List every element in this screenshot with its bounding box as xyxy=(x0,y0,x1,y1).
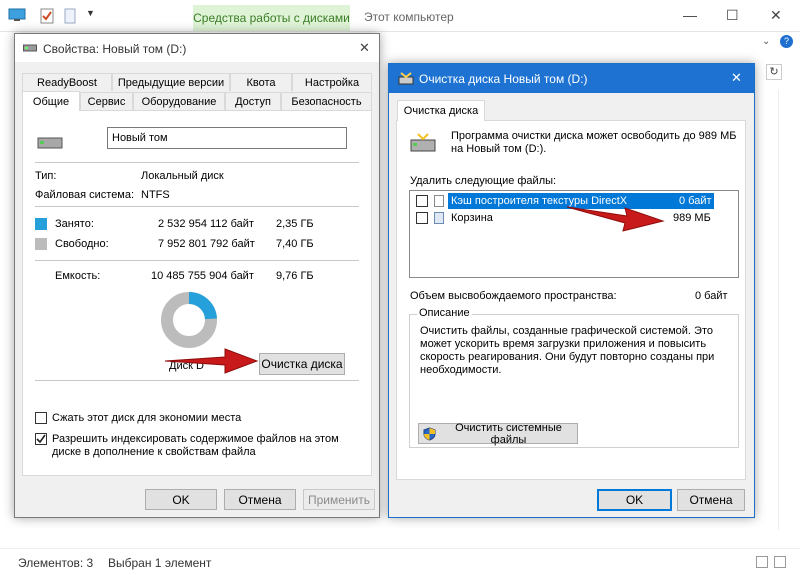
volume-name-input[interactable] xyxy=(107,127,347,149)
explorer-title: Этот компьютер xyxy=(364,10,454,24)
tab-tools[interactable]: Сервис xyxy=(80,92,133,110)
description-label: Описание xyxy=(417,307,472,319)
explorer-close-icon[interactable]: ✕ xyxy=(770,7,782,24)
index-checkbox[interactable] xyxy=(35,433,47,445)
files-to-delete-label: Удалить следующие файлы: xyxy=(410,175,557,187)
donut-used-arc xyxy=(188,292,217,320)
description-line: скорость реагирования. Они будут повторн… xyxy=(420,351,715,363)
disk-cleanup-dialog: Очистка диска Новый том (D:) ✕ Очистка д… xyxy=(388,63,755,518)
compress-checkbox[interactable] xyxy=(35,412,47,424)
view-tiles-icon[interactable] xyxy=(774,556,786,568)
capacity-bytes: 10 485 755 904 байт xyxy=(151,270,254,282)
description-line: Очистить файлы, созданные графической си… xyxy=(420,325,713,337)
explorer-minimize-icon[interactable]: — xyxy=(683,7,697,23)
refresh-icon[interactable]: ↻ xyxy=(766,64,782,80)
used-gb: 2,35 ГБ xyxy=(276,218,314,230)
tab-quota[interactable]: Квота xyxy=(230,73,292,91)
tab-security[interactable]: Безопасность xyxy=(281,92,372,110)
index-label-line1: Разрешить индексировать содержимое файло… xyxy=(52,433,339,445)
filesystem-value: NTFS xyxy=(141,189,170,201)
tab-previous-versions[interactable]: Предыдущие версии xyxy=(112,73,230,91)
index-label-line2: диске в дополнение к свойствам файла xyxy=(52,446,256,458)
ribbon-tab-disk-tools[interactable]: Средства работы с дисками xyxy=(193,5,350,31)
quick-access-dropdown-icon[interactable]: ▼ xyxy=(86,8,95,18)
separator xyxy=(35,206,359,207)
disk-cleanup-button[interactable]: Очистка диска xyxy=(259,353,345,375)
tab-general[interactable]: Общие xyxy=(22,91,80,111)
red-arrow-annotation xyxy=(566,206,665,232)
description-line: необходимости. xyxy=(420,364,502,376)
space-label: Объем высвобождаемого пространства: xyxy=(410,290,617,302)
file-checkbox[interactable] xyxy=(416,195,428,207)
cleanup-intro-line2: на Новый том (D:). xyxy=(451,143,547,155)
red-arrow-annotation xyxy=(164,348,259,374)
tab-disk-cleanup[interactable]: Очистка диска xyxy=(397,100,485,121)
capacity-label: Емкость: xyxy=(55,270,101,282)
compress-label: Сжать этот диск для экономии места xyxy=(52,412,242,424)
used-bytes: 2 532 954 112 байт xyxy=(158,218,254,230)
status-items-count: Элементов: 3 xyxy=(18,556,94,570)
drive-title-icon xyxy=(23,43,37,56)
properties-apply-button: Применить xyxy=(303,489,375,510)
cleanup-intro-line1: Программа очистки диска может освободить… xyxy=(451,130,737,142)
drive-large-icon xyxy=(37,134,63,155)
cleanup-title-icon xyxy=(398,72,414,89)
separator xyxy=(35,380,359,381)
cleanup-drive-icon xyxy=(410,132,436,157)
type-label: Тип: xyxy=(35,170,57,182)
view-details-icon[interactable] xyxy=(756,556,768,568)
tab-hardware[interactable]: Оборудование xyxy=(133,92,225,110)
cleanup-cancel-button[interactable]: Отмена xyxy=(677,489,745,511)
computer-icon xyxy=(8,8,26,22)
cleanup-ok-button[interactable]: OK xyxy=(597,489,672,511)
file-name: Корзина xyxy=(451,212,493,224)
ribbon-expand-icon[interactable]: ⌄ xyxy=(762,36,770,47)
description-line: может ускорить время загрузки приложения… xyxy=(420,338,707,350)
free-bytes: 7 952 801 792 байт xyxy=(158,238,255,250)
clean-system-files-button[interactable]: Очистить системные файлы xyxy=(418,421,578,446)
tab-customize[interactable]: Настройка xyxy=(292,73,372,91)
used-color-swatch xyxy=(35,218,47,230)
free-label: Свободно: xyxy=(55,238,109,250)
file-size: 989 МБ xyxy=(673,212,711,224)
properties-cancel-button[interactable]: Отмена xyxy=(224,489,296,510)
type-value: Локальный диск xyxy=(141,170,224,182)
status-selected: Выбран 1 элемент xyxy=(108,556,212,570)
tab-sharing[interactable]: Доступ xyxy=(225,92,281,110)
uac-shield-icon xyxy=(423,426,436,441)
file-size: 0 байт xyxy=(679,195,712,207)
properties-title: Свойства: Новый том (D:) xyxy=(43,42,187,56)
used-label: Занято: xyxy=(55,218,94,230)
properties-quick-icon[interactable] xyxy=(40,8,54,24)
properties-ok-button[interactable]: OK xyxy=(145,489,217,510)
separator xyxy=(35,162,359,163)
free-gb: 7,40 ГБ xyxy=(276,238,314,250)
new-folder-quick-icon[interactable] xyxy=(64,8,76,24)
cleanup-close-icon[interactable]: ✕ xyxy=(731,70,742,86)
free-color-swatch xyxy=(35,238,47,250)
tab-readyboost[interactable]: ReadyBoost xyxy=(22,73,112,91)
explorer-scrollbar[interactable] xyxy=(778,90,792,530)
help-icon[interactable]: ? xyxy=(780,35,793,48)
disk-usage-donut xyxy=(161,292,217,348)
cleanup-title: Очистка диска Новый том (D:) xyxy=(419,72,588,86)
file-checkbox[interactable] xyxy=(416,212,428,224)
properties-dialog: Свойства: Новый том (D:) ✕ ReadyBoost Пр… xyxy=(14,33,380,518)
clean-system-files-label: Очистить системные файлы xyxy=(455,421,562,446)
explorer-maximize-icon[interactable]: ☐ xyxy=(726,7,739,24)
properties-close-icon[interactable]: ✕ xyxy=(359,40,370,56)
file-icon xyxy=(434,195,444,207)
separator xyxy=(35,260,359,261)
filesystem-label: Файловая система: xyxy=(35,189,135,201)
space-value: 0 байт xyxy=(695,290,728,302)
recycle-bin-icon xyxy=(434,212,444,224)
capacity-gb: 9,76 ГБ xyxy=(276,270,314,282)
